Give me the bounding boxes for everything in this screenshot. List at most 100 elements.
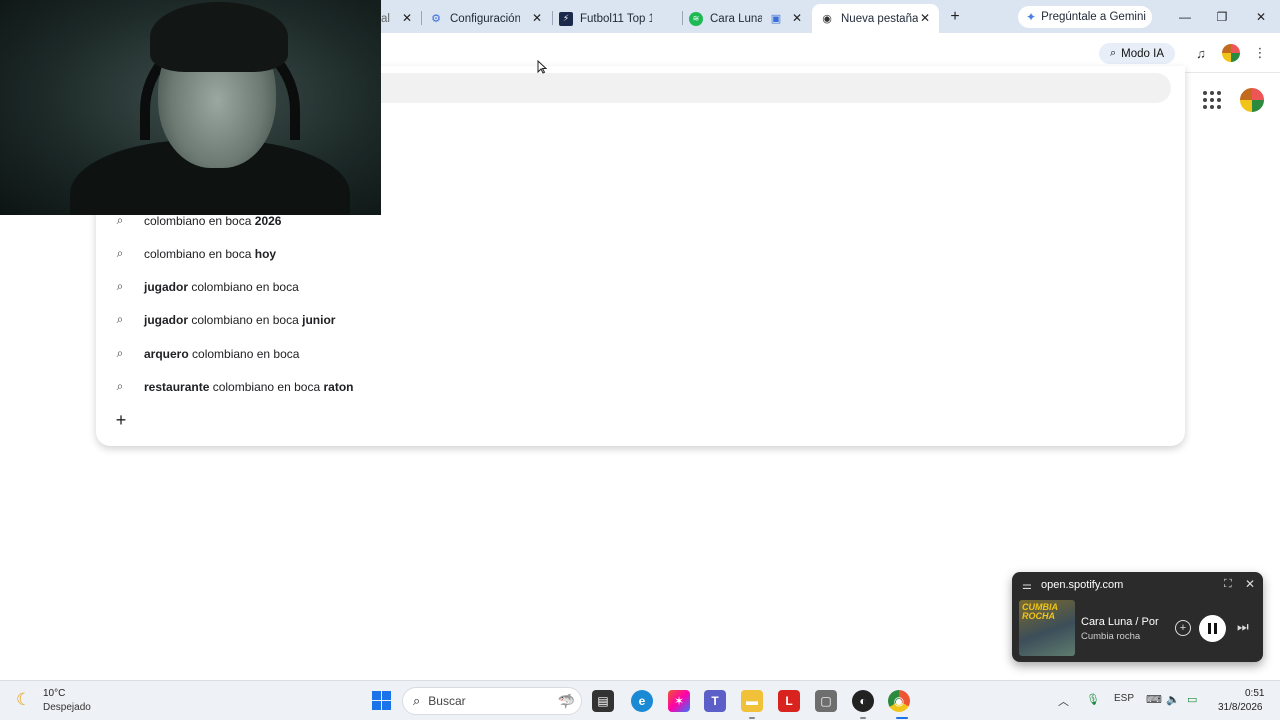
restore-button[interactable]: ❐ (1212, 8, 1232, 26)
search-label: Buscar (428, 694, 466, 708)
suggestion-item[interactable]: ⌕ colombiano en boca hoy (96, 237, 796, 270)
gemini-sparkle-icon: ✦ (1026, 10, 1037, 24)
search-icon: ⌕ (116, 346, 124, 360)
suggestion-text: colombiano en boca (191, 279, 299, 294)
suggestion-prefix: arquero (144, 346, 189, 361)
add-plus-icon[interactable]: + (110, 409, 132, 431)
add-icon[interactable]: + (1175, 620, 1191, 636)
webcam-overlay (0, 0, 381, 215)
chevron-up-icon[interactable]: ︿ (1058, 693, 1069, 709)
tab-nueva-pestana[interactable]: ◉ Nueva pestaña ✕ (812, 4, 939, 33)
account-avatar[interactable] (1238, 86, 1266, 114)
microphone-icon[interactable]: 🎙 (1086, 693, 1100, 706)
tab-close-button[interactable]: ✕ (917, 10, 933, 26)
tab-separator (552, 11, 553, 25)
search-icon: ⌕ (116, 279, 124, 293)
spotify-favicon: ≋ (689, 11, 703, 26)
weather-temperature[interactable]: 10°C (43, 688, 65, 699)
album-art-text: CUMBIA ROCHA (1022, 602, 1058, 621)
profile-avatar[interactable] (1222, 44, 1240, 62)
task-view-icon[interactable]: ▤ (592, 690, 614, 712)
network-icon[interactable]: ⌨ (1146, 693, 1162, 706)
expand-icon[interactable]: ⛶ (1224, 578, 1232, 591)
tab-close-button[interactable]: ✕ (399, 10, 415, 26)
picture-in-picture-icon: ▣ (770, 12, 782, 25)
media-site: open.spotify.com (1041, 579, 1124, 591)
taskbar-search[interactable]: ⌕ Buscar 🦈 (402, 687, 582, 715)
search-icon: ⌕ (413, 693, 421, 708)
taskbar: ☾ 10°C Despejado ⌕ Buscar 🦈 ▤ e ✶ T ▬ L … (0, 680, 1280, 720)
obs-icon[interactable]: ◐ (852, 690, 874, 712)
futbol11-favicon: ⚡ (559, 11, 573, 26)
tab-close-button[interactable]: ✕ (529, 10, 545, 26)
suggestion-prefix: restaurante (144, 379, 210, 394)
chrome-icon[interactable]: ◉ (888, 690, 910, 712)
minimize-button[interactable]: — (1175, 8, 1195, 26)
teams-icon[interactable]: T (704, 690, 726, 712)
search-icon: ⌕ (116, 379, 124, 393)
copilot-icon[interactable]: ✶ (668, 690, 690, 712)
tab-title: Cara Luna / (710, 12, 762, 25)
suggestion-prefix: jugador (144, 279, 188, 294)
running-indicator (860, 717, 866, 719)
tab-spotify[interactable]: ≋ Cara Luna / ▣ ✕ (689, 4, 811, 33)
suggestion-prefix: jugador (144, 312, 188, 327)
search-icon: ⌕ (116, 246, 124, 260)
media-control-icon[interactable]: ♫ (1192, 44, 1210, 62)
suggestion-text: colombiano en boca (144, 213, 252, 228)
tab-separator (421, 11, 422, 25)
close-icon[interactable]: ✕ (1245, 577, 1255, 591)
suggestion-suffix: 2026 (254, 213, 282, 228)
suggestion-suffix: raton (323, 379, 354, 394)
file-explorer-icon[interactable]: ▬ (741, 690, 763, 712)
tab-close-button[interactable]: ✕ (789, 10, 805, 26)
clock-time[interactable]: 0:51 (1245, 688, 1264, 699)
tab-configuracion[interactable]: ⚙ Configuración: ✕ (429, 4, 551, 33)
tab-futbol11[interactable]: ⚡ Futbol11 Top 10 (559, 4, 681, 33)
weather-condition[interactable]: Despejado (43, 702, 91, 713)
tab-title: al (381, 12, 390, 25)
tab-title: Futbol11 Top 10 (580, 12, 652, 25)
ask-gemini-button[interactable]: ✦ Pregúntale a Gemini (1018, 6, 1152, 28)
suggestion-suffix: junior (302, 312, 336, 327)
new-tab-button[interactable]: + (946, 8, 964, 26)
l-app-icon[interactable]: L (778, 690, 800, 712)
window-close-button[interactable]: ✕ (1251, 8, 1271, 26)
google-apps-icon[interactable] (1203, 91, 1221, 109)
omnibox-input[interactable] (296, 73, 1171, 103)
site-settings-icon[interactable]: ⚌ (1022, 579, 1032, 592)
menu-kebab-icon[interactable]: ⋮ (1251, 44, 1269, 62)
suggestion-text: colombiano en boca (144, 246, 252, 261)
tab-title: Configuración: (450, 12, 520, 25)
artist-name: Cumbia rocha (1081, 631, 1141, 642)
pause-button[interactable] (1199, 615, 1226, 642)
shark-icon: 🦈 (557, 693, 575, 709)
suggestion-item[interactable]: ⌕ restaurante colombiano en boca raton (96, 370, 796, 403)
edge-icon[interactable]: e (631, 690, 653, 712)
suggestion-suffix: hoy (254, 246, 277, 261)
suggestion-item[interactable]: ⌕ arquero colombiano en boca (96, 337, 796, 370)
gemini-label: Pregúntale a Gemini (1041, 11, 1146, 23)
search-icon: ⌕ (116, 312, 124, 326)
gear-icon: ⚙ (431, 13, 441, 25)
app-icon[interactable]: ▢ (815, 690, 837, 712)
tab-title: Nueva pestaña (841, 12, 919, 25)
suggestion-item[interactable]: ⌕ jugador colombiano en boca junior (96, 303, 796, 336)
moon-icon[interactable]: ☾ (16, 690, 31, 710)
battery-icon[interactable]: ▭ (1187, 693, 1197, 706)
language-indicator[interactable]: ESP (1114, 693, 1134, 704)
volume-icon[interactable]: 🔈 (1166, 693, 1180, 706)
clock-date[interactable]: 31/8/2026 (1218, 702, 1263, 713)
windows-start-icon[interactable] (372, 691, 391, 710)
running-indicator (749, 717, 755, 719)
next-track-icon[interactable]: ⏭ (1237, 619, 1249, 635)
search-icon: ⌕ (116, 213, 124, 227)
album-art: CUMBIA ROCHA (1019, 600, 1075, 656)
modo-ia-button[interactable]: ⌕ Modo IA (1099, 43, 1175, 64)
song-title: Cara Luna / Por (1081, 616, 1159, 628)
active-indicator (896, 717, 908, 719)
suggestion-item[interactable]: ⌕ jugador colombiano en boca (96, 270, 796, 303)
tab-partial[interactable]: al ✕ (381, 4, 421, 33)
tab-separator (682, 11, 683, 25)
suggestion-text: colombiano en boca (212, 379, 321, 394)
